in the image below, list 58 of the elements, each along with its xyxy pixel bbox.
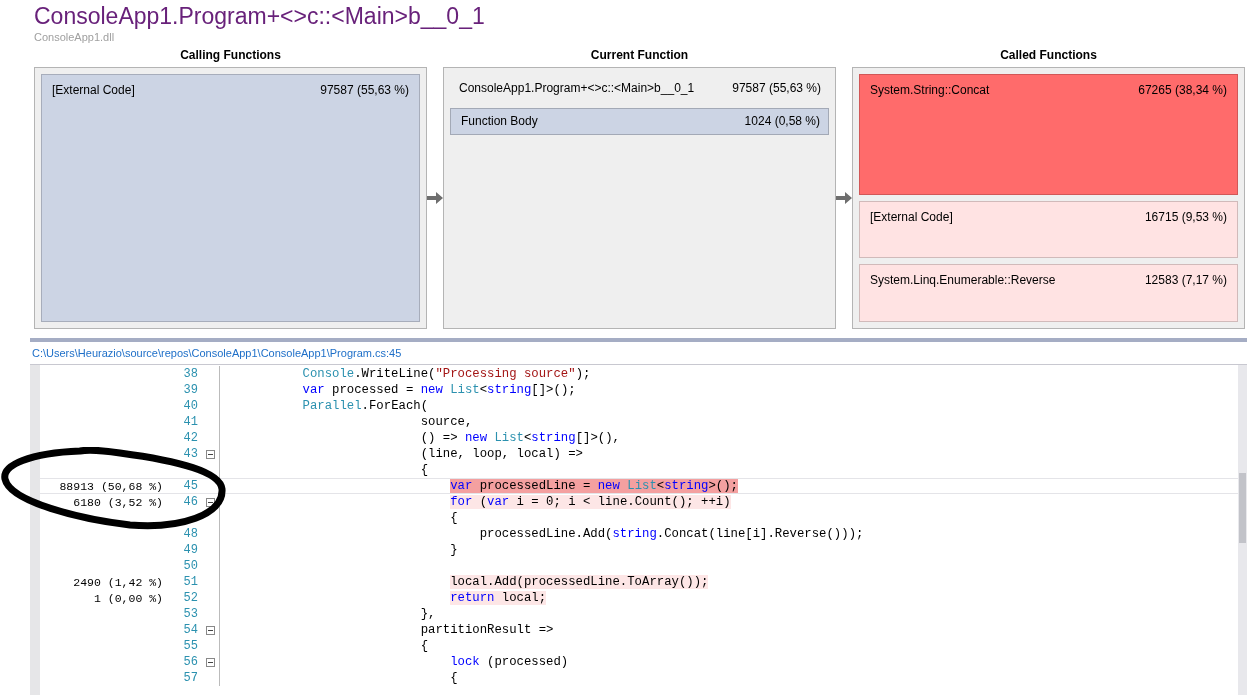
code-line: var processedLine = new List<string>(); [449, 479, 738, 493]
collapse-icon[interactable] [206, 625, 215, 635]
code-line: { [419, 639, 428, 653]
panel-heading: Calling Functions [179, 47, 282, 63]
file-path-link[interactable]: C:\Users\Heurazio\source\repos\ConsoleApp1\ConsoleApp1\Program.cs:45 [0, 342, 402, 364]
code-line: Parallel.ForEach( [301, 399, 429, 413]
line-number: 48 [183, 527, 198, 541]
panel-heading: Called Functions [999, 47, 1098, 63]
line-number: 42 [183, 431, 198, 445]
code-line: { [419, 463, 428, 477]
code-line: } [449, 543, 458, 557]
sample-count: 88913 (50,68 %) [59, 479, 163, 493]
line-number: 50 [183, 559, 198, 573]
code-line: source, [419, 415, 473, 429]
collapse-icon[interactable] [206, 449, 215, 459]
arrow-right-icon [427, 192, 443, 204]
line-number: 39 [183, 383, 198, 397]
code-line: { [449, 511, 458, 525]
collapse-icon[interactable] [206, 657, 215, 667]
scrollbar[interactable] [1238, 365, 1247, 695]
sample-count: 1 (0,00 %) [94, 591, 163, 605]
line-number: 53 [183, 607, 198, 621]
code-line: lock (processed) [449, 655, 569, 669]
line-number: 46 [183, 495, 198, 509]
line-number: 54 [183, 623, 198, 637]
line-number: 57 [183, 671, 198, 685]
line-number: 43 [183, 447, 198, 461]
function-tile[interactable]: System.Linq.Enumerable::Reverse 12583 (7,17 %) [859, 264, 1238, 322]
code-line: Console.WriteLine("Processing source"); [301, 367, 591, 381]
line-number: 55 [183, 639, 198, 653]
function-tile[interactable]: System.String::Concat 67265 (38,34 %) [859, 74, 1238, 195]
line-number: 45 [183, 479, 198, 493]
line-number: 51 [183, 575, 198, 589]
arrow-right-icon [836, 192, 852, 204]
line-number: 38 [183, 367, 198, 381]
function-body-bar[interactable]: Function Body 1024 (0,58 %) [450, 108, 829, 135]
panel-heading: Current Function [589, 47, 690, 63]
line-number: 49 [183, 543, 198, 557]
function-title: ConsoleApp1.Program+<>c::<Main>b__0_1 [34, 2, 486, 30]
line-number: 41 [183, 415, 198, 429]
line-number: 56 [183, 655, 198, 669]
code-line: { [449, 671, 458, 685]
code-line: }, [419, 607, 436, 621]
code-line: return local; [449, 591, 547, 605]
function-tile[interactable]: [External Code] 97587 (55,63 %) [41, 74, 420, 322]
line-number: 40 [183, 399, 198, 413]
code-line: () => new List<string[]>(), [419, 431, 620, 445]
current-function-row[interactable]: ConsoleApp1.Program+<>c::<Main>b__0_1 97587 (55,63 %) [450, 74, 829, 102]
sample-count: 6180 (3,52 %) [73, 495, 163, 509]
code-line: (line, loop, local) => [419, 447, 583, 461]
code-line: partitionResult => [419, 623, 554, 637]
sample-count: 2490 (1,42 %) [73, 575, 163, 589]
function-tile[interactable]: [External Code] 16715 (9,53 %) [859, 200, 1238, 259]
code-line: var processed = new List<string[]>(); [301, 383, 576, 397]
collapse-icon[interactable] [206, 497, 215, 507]
line-number: 52 [183, 591, 198, 605]
code-line: processedLine.Add(string.Concat(line[i].Reverse())); [478, 527, 864, 541]
module-name: ConsoleApp1.dll [34, 30, 116, 44]
